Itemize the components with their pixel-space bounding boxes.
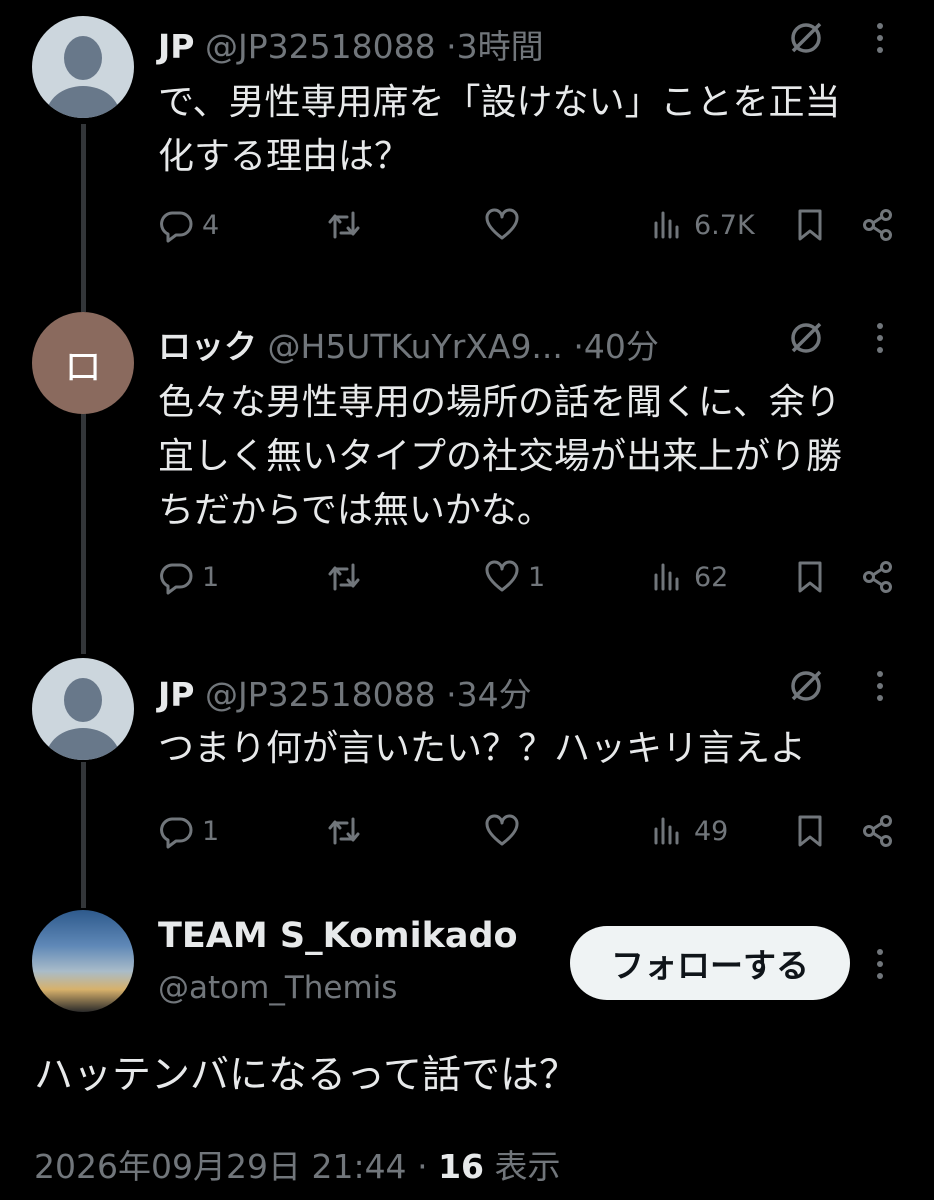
avatar-letter: ロ [63, 344, 102, 389]
tweet-text: つまり何が言いたい？？ハッキリ言えよ [158, 722, 898, 776]
reply-tweet[interactable]: ロ ロック @H5UTKuYrXA9... ·40分 色々な男性専用の場所の話を… [0, 300, 934, 650]
retweet-button[interactable] [326, 806, 370, 856]
share-icon [863, 815, 892, 847]
bookmark-button[interactable] [792, 200, 828, 250]
more-icon[interactable] [870, 944, 890, 984]
bookmark-button[interactable] [792, 552, 828, 602]
more-icon[interactable] [870, 18, 890, 58]
separator: · [446, 27, 457, 66]
tweet-text-line: 色々な男性専用の場所の話を聞くに、余り [158, 382, 841, 423]
reply-tweet[interactable]: JP @JP32518088 ·34分 つまり何が言いたい？？ハッキリ言えよ 1… [0, 650, 934, 900]
views-icon [654, 211, 679, 239]
tweet-text: で、男性専用席を「設けない」ことを正当 化する理由は？ [158, 76, 898, 184]
tweet-text: ハッテンバになるって話では？ [34, 1053, 579, 1098]
tweet-date[interactable]: 2026年09月29日 21:44 [34, 1147, 407, 1186]
more-icon[interactable] [870, 666, 890, 706]
views-button[interactable]: 6.7K [650, 200, 755, 250]
view-count: 62 [694, 561, 729, 593]
grok-icon[interactable] [786, 18, 826, 58]
like-button[interactable] [484, 200, 528, 250]
tweet-meta: 2026年09月29日 21:44 · 16 表示 [34, 1140, 561, 1188]
reply-tweet[interactable]: JP @JP32518088 ·3時間 で、男性専用席を「設けない」ことを正当 … [0, 0, 934, 300]
tweet-text: 色々な男性専用の場所の話を聞くに、余り 宜しく無いタイプの社交場が出来上がり勝 … [158, 376, 898, 538]
bookmark-icon [798, 561, 822, 593]
reply-button[interactable]: 1 [158, 806, 219, 856]
separator: · [417, 1147, 428, 1186]
author-handle[interactable]: @H5UTKuYrXA9... [268, 327, 563, 366]
avatar[interactable]: ロ [32, 312, 134, 414]
author-name[interactable]: ロック [158, 327, 257, 366]
author-name[interactable]: TEAM S_Komikado [158, 916, 518, 956]
action-bar: 4 6.7K [158, 200, 908, 250]
bookmark-icon [798, 815, 822, 847]
like-count: 1 [528, 561, 546, 593]
reply-button[interactable]: 1 [158, 552, 219, 602]
view-count: 16 [438, 1147, 484, 1186]
share-button[interactable] [860, 552, 896, 602]
timestamp[interactable]: 40分 [584, 327, 659, 366]
bookmark-button[interactable] [792, 806, 828, 856]
author-handle[interactable]: @JP32518088 [205, 675, 436, 714]
avatar[interactable] [32, 910, 134, 1012]
avatar[interactable] [32, 658, 134, 760]
author-name[interactable]: JP [158, 27, 194, 66]
reply-icon [160, 563, 193, 595]
views-icon [654, 817, 679, 845]
view-count: 6.7K [694, 209, 755, 241]
retweet-icon [328, 563, 360, 591]
views-label: 表示 [494, 1147, 561, 1186]
like-button[interactable]: 1 [484, 552, 545, 602]
action-bar: 1 49 [158, 806, 908, 856]
tweet-text-line: つまり何が言いたい？？ハッキリ言えよ [158, 728, 807, 769]
tweet-header: JP @JP32518088 ·3時間 [158, 20, 544, 68]
retweet-icon [328, 211, 360, 239]
reply-icon [160, 817, 193, 849]
timestamp[interactable]: 34分 [457, 675, 532, 714]
retweet-button[interactable] [326, 552, 370, 602]
grok-icon[interactable] [786, 318, 826, 358]
views-button[interactable]: 49 [650, 806, 728, 856]
like-icon [485, 560, 519, 592]
reply-count: 1 [202, 561, 220, 593]
share-button[interactable] [860, 200, 896, 250]
views-icon [654, 563, 679, 591]
reply-count: 4 [202, 209, 220, 241]
author-handle[interactable]: @atom_Themis [158, 970, 397, 1006]
grok-icon[interactable] [786, 666, 826, 706]
avatar[interactable] [32, 16, 134, 118]
tweet-text-line: ちだからでは無いかな。 [158, 490, 553, 531]
bookmark-icon [798, 209, 822, 241]
share-button[interactable] [860, 806, 896, 856]
reply-icon [160, 211, 193, 243]
tweet-text-line: 宜しく無いタイプの社交場が出来上がり勝 [158, 436, 843, 477]
separator: · [573, 327, 584, 366]
like-icon [485, 208, 519, 240]
more-icon[interactable] [870, 318, 890, 358]
share-icon [863, 561, 892, 593]
separator: · [446, 675, 457, 714]
view-count: 49 [694, 815, 729, 847]
tweet-text-line: 化する理由は？ [158, 136, 411, 177]
retweet-icon [328, 817, 360, 845]
timestamp[interactable]: 3時間 [457, 27, 544, 66]
action-bar: 1 1 62 [158, 552, 908, 602]
follow-button[interactable]: フォローする [570, 926, 850, 1000]
views-button[interactable]: 62 [650, 552, 728, 602]
like-button[interactable] [484, 806, 528, 856]
tweet-header: ロック @H5UTKuYrXA9... ·40分 [158, 320, 659, 368]
tweet-text-line: で、男性専用席を「設けない」ことを正当 [158, 82, 841, 123]
share-icon [863, 209, 892, 241]
retweet-button[interactable] [326, 200, 370, 250]
tweet-header: JP @JP32518088 ·34分 [158, 668, 532, 716]
author-name[interactable]: JP [158, 675, 194, 714]
reply-button[interactable]: 4 [158, 200, 219, 250]
reply-count: 1 [202, 815, 220, 847]
author-handle[interactable]: @JP32518088 [205, 27, 436, 66]
like-icon [485, 814, 519, 846]
